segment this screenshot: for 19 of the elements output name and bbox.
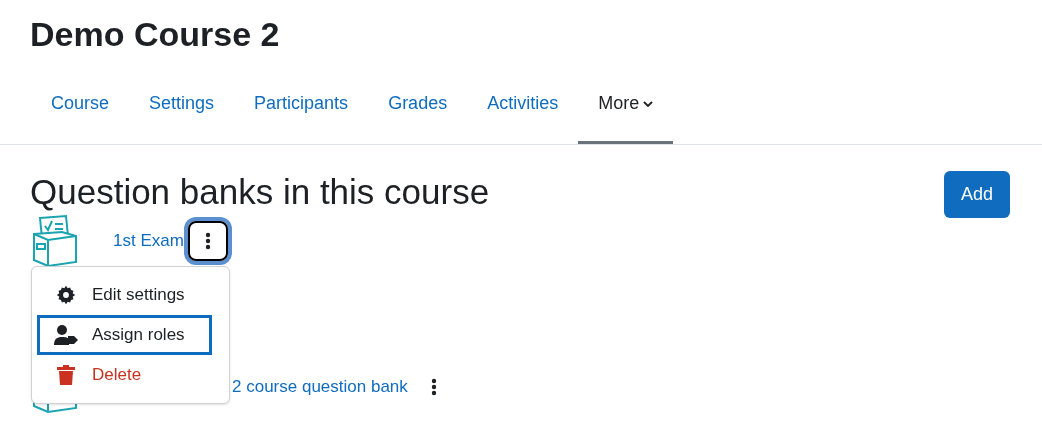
page-heading: Question banks in this course <box>30 171 490 213</box>
menu-item[interactable]: Edit settings <box>37 275 212 315</box>
more-vertical-icon <box>204 232 211 250</box>
gear-icon <box>56 285 76 305</box>
question-bank-link[interactable]: 2 course question bank <box>232 374 408 400</box>
menu-item[interactable]: Delete <box>37 355 212 395</box>
trash-icon <box>57 365 75 385</box>
course-title: Demo Course 2 <box>30 14 281 54</box>
nav-tab[interactable]: Grades <box>368 82 468 144</box>
nav-tab[interactable]: Participants <box>234 82 369 144</box>
add-button[interactable]: Add <box>943 171 1010 218</box>
more-vertical-icon <box>430 378 437 396</box>
nav-tab[interactable]: More <box>578 82 674 144</box>
question-bank-link[interactable]: 1st Exam <box>113 228 184 254</box>
nav-tab[interactable]: Activities <box>467 82 579 144</box>
menu-item[interactable]: Assign roles <box>37 315 212 355</box>
nav-tab[interactable]: Course <box>31 82 130 144</box>
nav-tab[interactable]: Settings <box>129 82 235 144</box>
user-tag-icon <box>54 325 78 345</box>
